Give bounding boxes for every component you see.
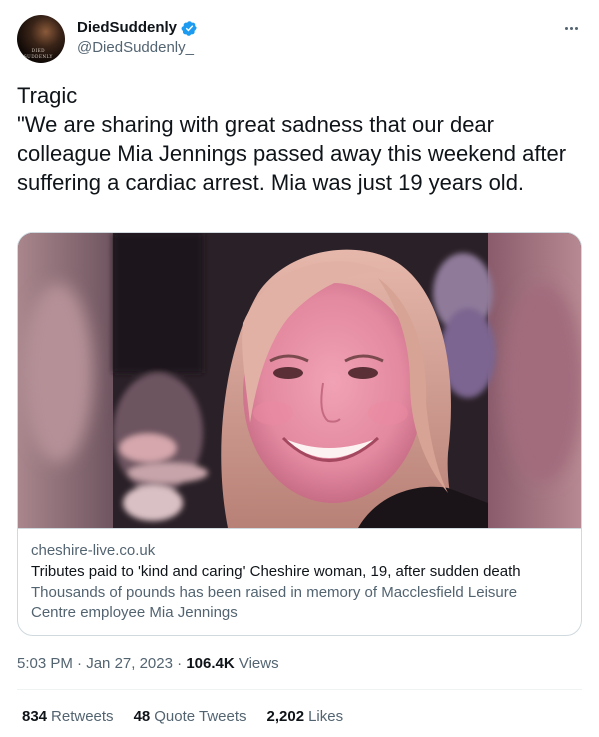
tweet-time[interactable]: 5:03 PM <box>17 655 73 672</box>
likes-label: Likes <box>308 708 344 725</box>
card-image[interactable] <box>18 233 581 528</box>
verified-badge-icon <box>181 20 197 36</box>
card-info[interactable]: cheshire-live.co.uk Tributes paid to 'ki… <box>18 528 581 635</box>
tweet: DIED SUDDENLY DiedSuddenly @DiedSuddenly… <box>0 0 599 737</box>
views-count: 106.4K <box>186 655 235 672</box>
card-domain: cheshire-live.co.uk <box>31 542 156 559</box>
quotes-count: 48 <box>133 708 151 725</box>
quotes-label: Quote Tweets <box>154 708 247 725</box>
author-name-row: DiedSuddenly <box>77 18 198 38</box>
card-description: Thousands of pounds has been raised in m… <box>31 584 518 621</box>
likes-count: 2,202 <box>266 708 305 725</box>
meta-separator: · <box>72 655 87 672</box>
likes-stat[interactable]: 2,202 Likes <box>267 707 344 727</box>
link-card[interactable]: cheshire-live.co.uk Tributes paid to 'ki… <box>17 232 582 636</box>
author-display-name[interactable]: DiedSuddenly <box>77 18 177 38</box>
avatar[interactable]: DIED SUDDENLY <box>17 15 65 63</box>
retweets-count: 834 <box>22 708 48 725</box>
meta-separator: · <box>172 655 187 672</box>
quotes-stat[interactable]: 48 Quote Tweets <box>134 707 247 727</box>
card-title: Tributes paid to 'kind and caring' Chesh… <box>31 563 521 580</box>
tweet-date[interactable]: Jan 27, 2023 <box>86 655 173 672</box>
engagement-stats: 834 Retweets 48 Quote Tweets 2,202 Likes <box>22 707 343 727</box>
retweets-label: Retweets <box>51 708 114 725</box>
tweet-meta: 5:03 PM · Jan 27, 2023 · 106.4K Views <box>17 654 279 674</box>
avatar-logo-text: DIED SUDDENLY <box>23 48 53 60</box>
retweets-stat[interactable]: 834 Retweets <box>22 707 114 727</box>
divider <box>17 689 582 690</box>
card-photo <box>18 233 581 528</box>
author-handle[interactable]: @DiedSuddenly_ <box>77 38 194 58</box>
tweet-text: Tragic "We are sharing with great sadnes… <box>17 83 567 195</box>
views-label: Views <box>238 655 279 672</box>
more-options-icon[interactable] <box>561 18 581 38</box>
